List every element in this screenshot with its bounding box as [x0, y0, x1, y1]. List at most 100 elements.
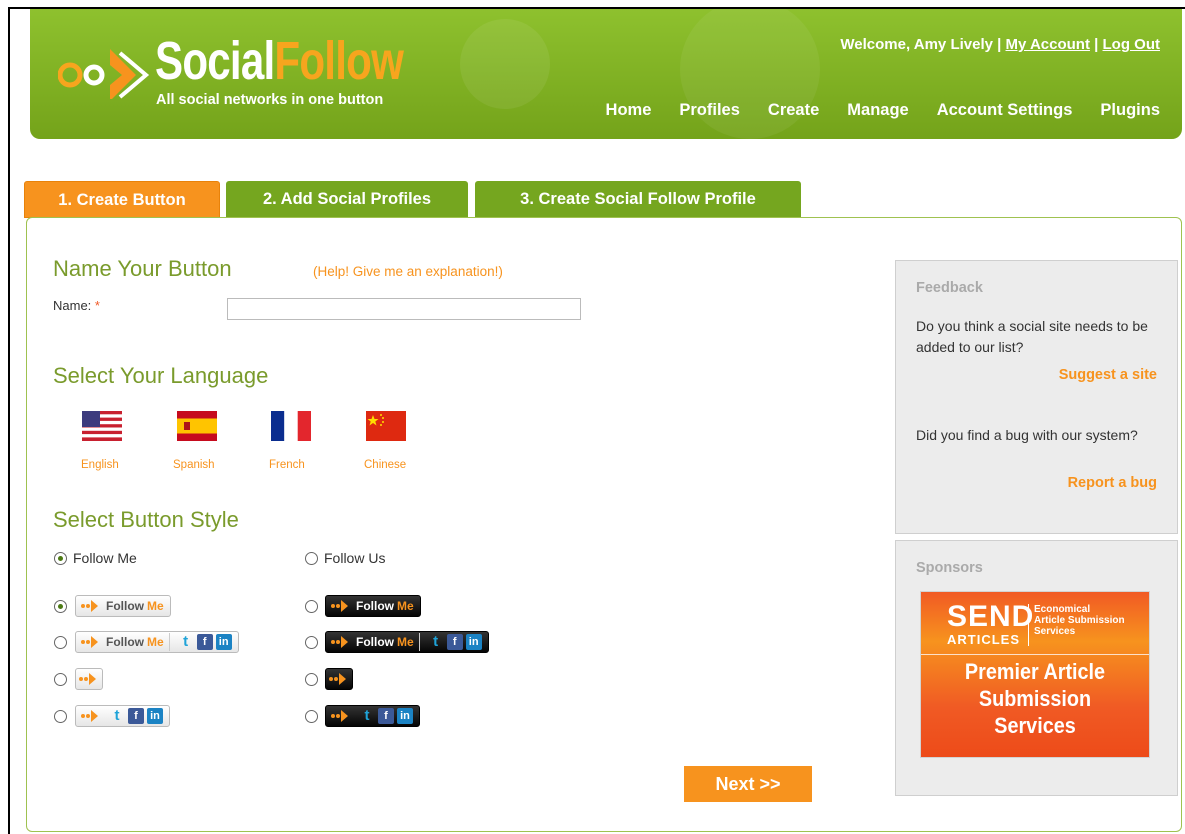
follow-text: Follow	[356, 635, 394, 649]
style-heading: Select Button Style	[53, 507, 239, 532]
separator	[418, 633, 420, 651]
follow-arrow-icon	[329, 673, 346, 685]
follow-arrow-icon	[81, 710, 98, 722]
nav-home[interactable]: Home	[606, 101, 652, 120]
style-light-full-button[interactable]: Follow Me t f in	[75, 631, 239, 653]
follow-arrow-icon	[81, 600, 98, 612]
logo-word-social: Social	[155, 31, 275, 91]
style-light-text-radio[interactable]	[54, 600, 67, 613]
feedback-question-bug: Did you find a bug with our system?	[916, 427, 1138, 443]
ad-main-line3: Services	[994, 713, 1076, 738]
follow-text: Follow	[356, 599, 394, 613]
nav-account-settings[interactable]: Account Settings	[937, 101, 1073, 120]
style-light-icon-button[interactable]	[75, 668, 103, 690]
separator	[168, 633, 170, 651]
create-button-panel: Name Your Button (Help! Give me an expla…	[26, 217, 1182, 832]
me-text: Me	[397, 599, 414, 613]
ad-subtext: Economical Article Submission Services	[1034, 604, 1125, 637]
style-light-icon-radio[interactable]	[54, 673, 67, 686]
language-spanish[interactable]: Spanish	[173, 459, 215, 471]
spain-flag-icon[interactable]	[177, 411, 217, 441]
feedback-question-site: Do you think a social site needs to be a…	[916, 318, 1148, 355]
site-header: SocialFollow All social networks in one …	[30, 9, 1182, 139]
nav-create[interactable]: Create	[768, 101, 819, 120]
ad-main-line1: Premier Article	[964, 659, 1106, 684]
logo-word-follow: Follow	[274, 31, 404, 91]
sponsors-heading: Sponsors	[916, 560, 983, 576]
twitter-icon: t	[183, 633, 189, 650]
nav-profiles[interactable]: Profiles	[679, 101, 740, 120]
france-flag-icon[interactable]	[271, 411, 311, 441]
twitter-icon: t	[364, 707, 370, 724]
report-bug-link[interactable]: Report a bug	[1068, 475, 1157, 491]
language-heading: Select Your Language	[53, 363, 269, 388]
style-dark-icon-radio[interactable]	[305, 673, 318, 686]
linkedin-icon: in	[147, 708, 163, 724]
follow-me-radio[interactable]	[54, 552, 67, 565]
language-chinese[interactable]: Chinese	[364, 459, 406, 471]
follow-us-radio[interactable]	[305, 552, 318, 565]
twitter-icon: t	[114, 707, 120, 724]
ad-send-text: SEND	[947, 600, 1035, 633]
suggest-site-link[interactable]: Suggest a site	[1059, 367, 1157, 383]
follow-arrow-icon	[81, 636, 98, 648]
required-mark: *	[94, 298, 100, 313]
china-flag-icon[interactable]	[366, 411, 406, 441]
language-french[interactable]: French	[269, 459, 305, 471]
linkedin-icon: in	[215, 634, 232, 650]
site-logo[interactable]: SocialFollow All social networks in one …	[58, 23, 418, 118]
me-text: Me	[397, 635, 414, 649]
tab-create-social-follow-profile[interactable]: 3. Create Social Follow Profile	[475, 181, 801, 218]
ad-sub-line1: Economical	[1034, 604, 1091, 615]
style-light-social-radio[interactable]	[54, 710, 67, 723]
twitter-icon: t	[433, 633, 439, 650]
ad-sub-line3: Services	[1034, 626, 1076, 637]
name-heading: Name Your Button	[53, 256, 232, 281]
follow-arrow-icon	[79, 673, 96, 685]
follow-me-label: Follow Me	[73, 550, 137, 566]
style-dark-text-radio[interactable]	[305, 600, 318, 613]
next-button[interactable]: Next >>	[684, 766, 812, 802]
ad-sub-line2: Article Submission	[1034, 615, 1125, 626]
ad-main-line2: Submission	[978, 686, 1092, 711]
ad-main-text: Premier Article Submission Services	[932, 658, 1137, 739]
logout-link[interactable]: Log Out	[1103, 36, 1160, 53]
name-label-text: Name:	[53, 298, 92, 313]
logo-tagline: All social networks in one button	[156, 92, 384, 108]
language-english[interactable]: English	[81, 459, 119, 471]
linkedin-icon: in	[397, 708, 413, 724]
style-dark-social-radio[interactable]	[305, 710, 318, 723]
style-dark-text-button[interactable]: Follow Me	[325, 595, 421, 617]
welcome-bar: Welcome, Amy Lively | My Account | Log O…	[840, 36, 1160, 53]
style-dark-social-button[interactable]: t f in	[325, 705, 420, 727]
style-light-full-radio[interactable]	[54, 636, 67, 649]
style-light-social-button[interactable]: t f in	[75, 705, 170, 727]
help-link[interactable]: (Help! Give me an explanation!)	[313, 264, 503, 279]
ad-divider	[1028, 604, 1029, 646]
facebook-icon: f	[196, 634, 213, 650]
sponsors-box: Sponsors SEND ARTICLES Economical Articl…	[895, 540, 1178, 796]
nav-manage[interactable]: Manage	[847, 101, 908, 120]
name-input[interactable]	[227, 298, 581, 320]
facebook-icon: f	[128, 708, 144, 724]
page-frame: SocialFollow All social networks in one …	[8, 7, 1185, 834]
tab-add-social-profiles[interactable]: 2. Add Social Profiles	[226, 181, 468, 218]
logo-arrow-icon	[58, 49, 150, 99]
facebook-icon: f	[378, 708, 394, 724]
style-light-text-button[interactable]: Follow Me	[75, 595, 171, 617]
logo-wordmark: SocialFollow	[155, 31, 404, 91]
style-dark-icon-button[interactable]	[325, 668, 353, 690]
name-label: Name: *	[53, 298, 100, 313]
tab-create-button[interactable]: 1. Create Button	[24, 181, 220, 218]
follow-arrow-icon	[331, 636, 348, 648]
nav-plugins[interactable]: Plugins	[1100, 101, 1160, 120]
follow-arrow-icon	[331, 600, 348, 612]
style-dark-full-button[interactable]: Follow Me t f in	[325, 631, 489, 653]
us-flag-icon[interactable]	[82, 411, 122, 441]
my-account-link[interactable]: My Account	[1006, 36, 1090, 53]
follow-us-label: Follow Us	[324, 550, 386, 566]
follow-text: Follow	[106, 635, 144, 649]
style-dark-full-radio[interactable]	[305, 636, 318, 649]
sponsor-ad-banner[interactable]: SEND ARTICLES Economical Article Submiss…	[920, 591, 1150, 758]
follow-text: Follow	[106, 599, 144, 613]
